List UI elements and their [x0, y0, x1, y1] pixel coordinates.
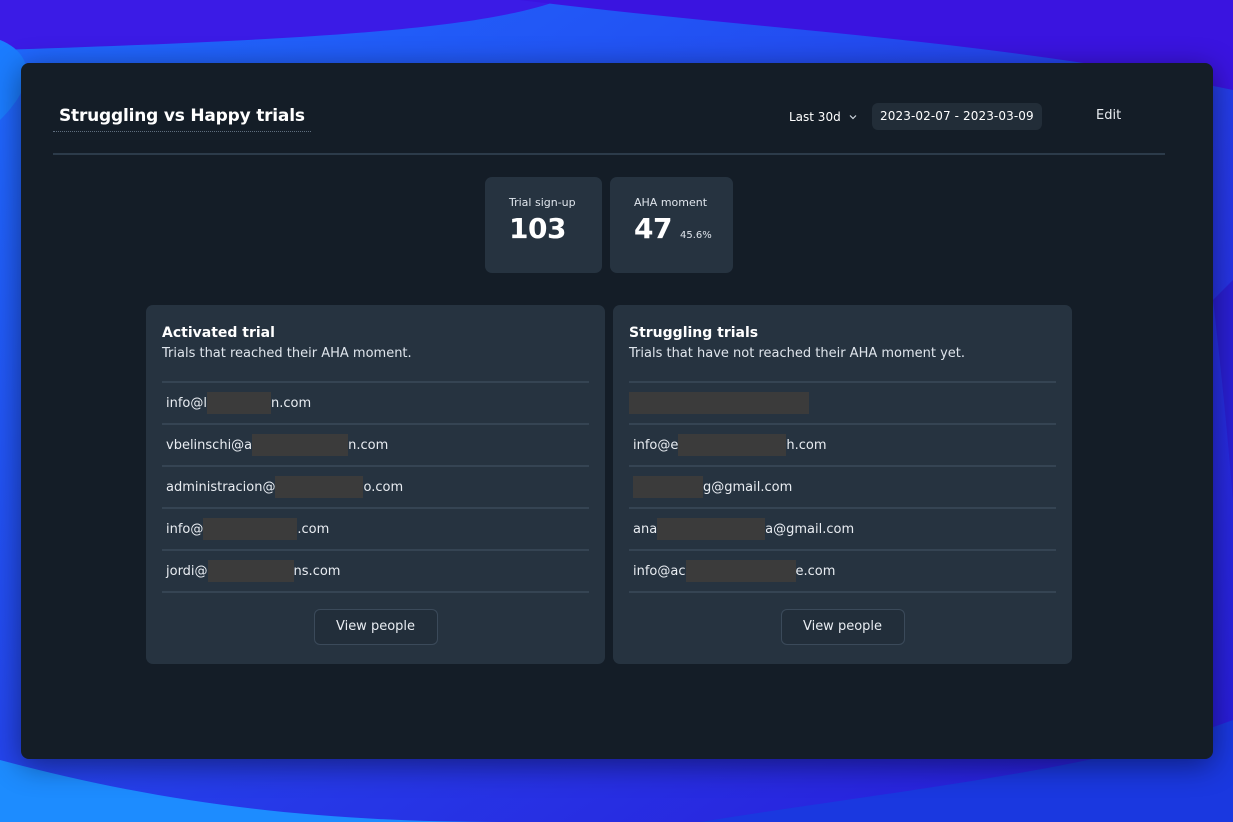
card-title: Struggling trials — [629, 325, 759, 341]
list-item[interactable]: ana a@gmail.com — [629, 509, 1056, 551]
date-range-picker[interactable]: 2023-02-07 - 2023-03-09 — [872, 103, 1042, 130]
redacted-block — [207, 392, 271, 414]
redacted-block — [633, 476, 703, 498]
metric-card-aha-moment: AHA moment 47 45.6% — [610, 177, 733, 273]
metric-label: AHA moment — [634, 196, 708, 209]
redacted-block — [685, 560, 796, 582]
header-divider — [53, 153, 1165, 155]
list-item[interactable]: info@l n.com — [162, 383, 589, 425]
people-list: info@e h.com g@gmail.com ana a@gmail.com i… — [629, 381, 1056, 593]
metric-value: 47 — [634, 212, 672, 245]
metric-value: 103 — [509, 212, 566, 245]
metric-card-trial-signup: Trial sign-up 103 — [485, 177, 602, 273]
report-title[interactable]: Struggling vs Happy trials — [53, 99, 311, 132]
list-item[interactable]: administracion@ o.com — [162, 467, 589, 509]
range-select-label: Last 30d — [789, 110, 841, 124]
list-item[interactable]: g@gmail.com — [629, 467, 1056, 509]
redacted-block — [275, 476, 364, 498]
edit-button[interactable]: Edit — [1096, 108, 1121, 123]
list-item[interactable]: info@e h.com — [629, 425, 1056, 467]
struggling-trials-card: Struggling trials Trials that have not r… — [613, 305, 1072, 664]
list-item[interactable]: jordi@ ns.com — [162, 551, 589, 593]
people-list: info@l n.com vbelinschi@a n.com administra… — [162, 381, 589, 593]
list-item[interactable] — [629, 383, 1056, 425]
report-window: Struggling vs Happy trials Last 30d 2023… — [21, 63, 1213, 759]
metric-label: Trial sign-up — [509, 196, 576, 209]
redacted-block — [678, 434, 787, 456]
metric-percent: 45.6% — [679, 230, 712, 241]
redacted-block — [629, 392, 809, 414]
list-item[interactable]: vbelinschi@a n.com — [162, 425, 589, 467]
redacted-block — [252, 434, 349, 456]
redacted-block — [657, 518, 766, 540]
date-range-select[interactable]: Last 30d — [789, 107, 859, 127]
list-item[interactable]: info@ .com — [162, 509, 589, 551]
card-subtitle: Trials that reached their AHA moment. — [162, 346, 412, 361]
view-people-button[interactable]: View people — [780, 609, 905, 645]
card-subtitle: Trials that have not reached their AHA m… — [629, 346, 966, 361]
card-title: Activated trial — [162, 325, 275, 341]
activated-trial-card: Activated trial Trials that reached thei… — [146, 305, 605, 664]
redacted-block — [203, 518, 298, 540]
chevron-down-icon — [849, 115, 857, 120]
report-header: Struggling vs Happy trials Last 30d 2023… — [53, 99, 1165, 155]
redacted-block — [207, 560, 294, 582]
view-people-button[interactable]: View people — [313, 609, 438, 645]
list-item[interactable]: info@ac e.com — [629, 551, 1056, 593]
